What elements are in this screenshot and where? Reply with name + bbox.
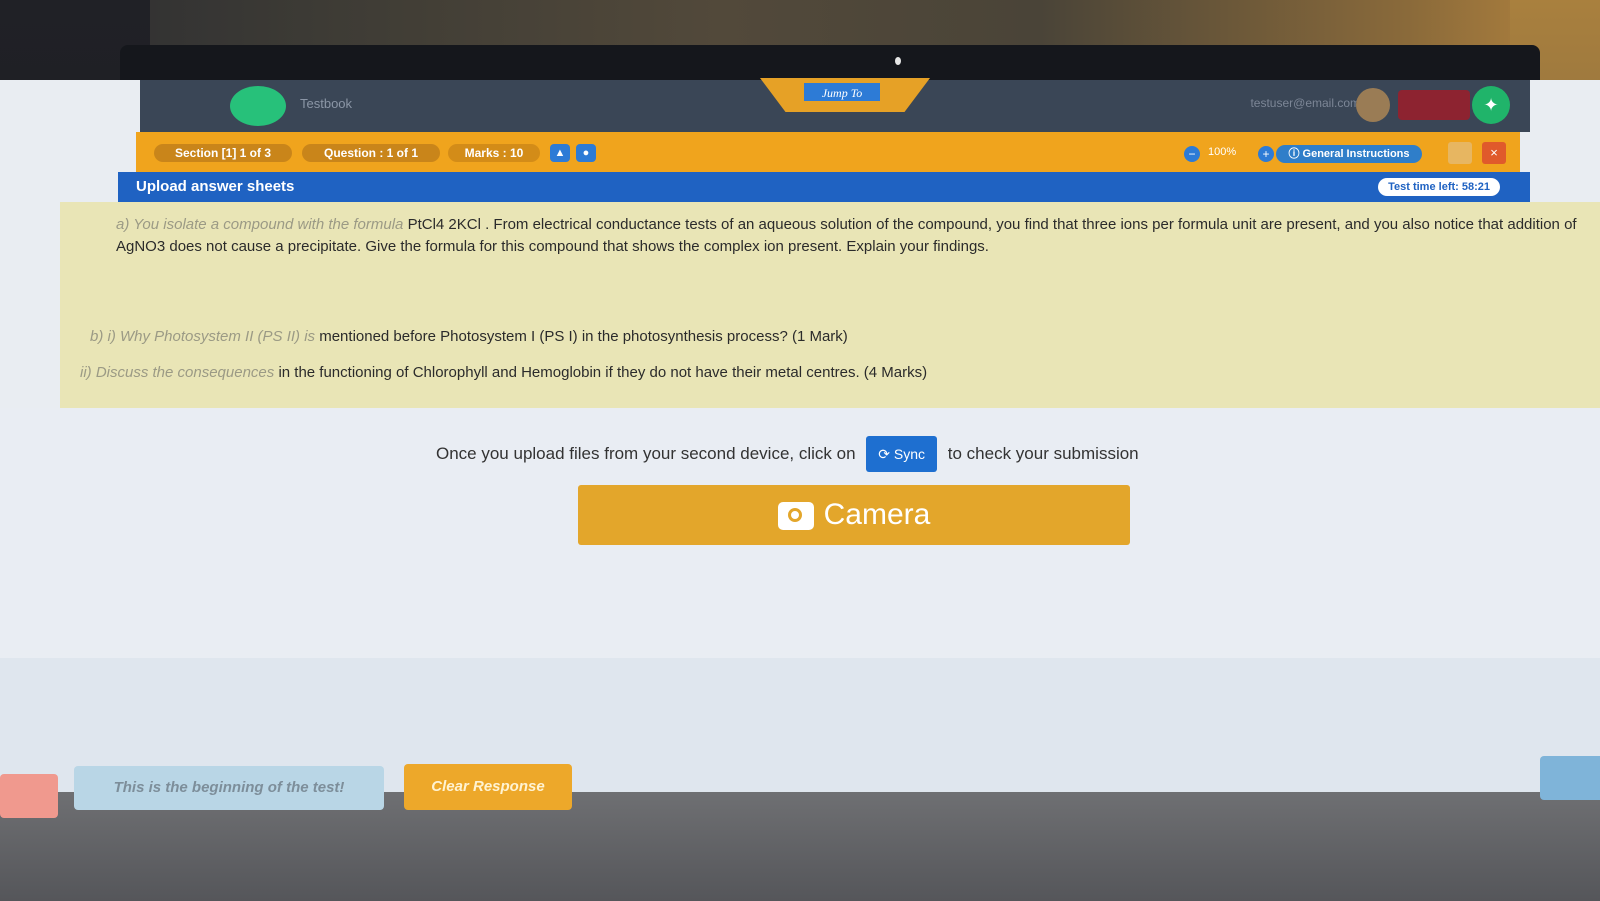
question-part-a: a) You isolate a compound with the formu… bbox=[116, 214, 1586, 258]
jump-to-button[interactable]: Jump To bbox=[804, 83, 880, 101]
footer-bar: This is the beginning of the test! Clear… bbox=[0, 658, 1600, 818]
user-email: testuser@email.com bbox=[1250, 96, 1360, 110]
zoom-out-icon[interactable]: − bbox=[1184, 146, 1200, 162]
marks-badge: Marks : 10 bbox=[448, 144, 540, 162]
camera-icon bbox=[777, 502, 814, 531]
zoom-level: 100% bbox=[1208, 146, 1237, 158]
page-title: Upload answer sheets bbox=[136, 178, 295, 195]
avatar[interactable] bbox=[1356, 88, 1390, 122]
zoom-in-icon[interactable]: + bbox=[1258, 146, 1274, 162]
question-part-b-i-text: mentioned before Photosystem I (PS I) in… bbox=[319, 328, 848, 345]
question-part-b-ii: ii) Discuss the consequences in the func… bbox=[80, 362, 1380, 384]
logout-button[interactable] bbox=[1398, 90, 1470, 120]
camera-label: Camera bbox=[823, 498, 931, 531]
general-instructions-button[interactable]: ⓘ General Instructions bbox=[1276, 145, 1422, 163]
question-panel: a) You isolate a compound with the formu… bbox=[60, 202, 1600, 408]
time-left-badge: Test time left: 58:21 bbox=[1378, 178, 1500, 196]
top-navbar: Testbook Jump To testuser@email.com ✦ bbox=[140, 78, 1530, 132]
calculator-icon[interactable] bbox=[1448, 142, 1472, 164]
next-button[interactable] bbox=[1540, 756, 1600, 800]
sync-text-after: to check your submission bbox=[947, 444, 1139, 463]
sync-label: Sync bbox=[893, 446, 926, 462]
title-bar: Upload answer sheets Test time left: 58:… bbox=[118, 172, 1530, 202]
camera-button[interactable]: Camera bbox=[578, 485, 1130, 545]
webcam-indicator bbox=[895, 57, 901, 65]
brand-name: Testbook bbox=[300, 96, 353, 111]
sync-text-before: Once you upload files from your second d… bbox=[436, 444, 856, 463]
user-icon[interactable]: ▲ bbox=[550, 144, 570, 162]
clear-response-button[interactable]: Clear Response bbox=[404, 764, 572, 810]
question-part-b-ii-text: in the functioning of Chlorophyll and He… bbox=[278, 364, 928, 381]
section-indicator[interactable]: Section [1] 1 of 3 bbox=[154, 144, 292, 162]
question-part-a-prefix: a) You isolate a compound with the formu… bbox=[116, 216, 408, 233]
chat-icon[interactable]: ● bbox=[576, 144, 596, 162]
logo-icon bbox=[230, 86, 286, 126]
sync-instruction: Once you upload files from your second d… bbox=[436, 436, 1139, 472]
upload-area: Once you upload files from your second d… bbox=[0, 408, 1600, 658]
close-icon[interactable]: × bbox=[1482, 142, 1506, 164]
beginning-notice: This is the beginning of the test! bbox=[74, 766, 384, 810]
general-instructions-label: General Instructions bbox=[1302, 148, 1410, 160]
previous-button[interactable] bbox=[0, 774, 58, 818]
question-indicator[interactable]: Question : 1 of 1 bbox=[302, 144, 440, 162]
help-icon[interactable]: ✦ bbox=[1472, 86, 1510, 124]
question-part-b-i: b) i) Why Photosystem II (PS II) is ment… bbox=[90, 326, 1290, 348]
question-part-b-ii-prefix: ii) Discuss the consequences bbox=[80, 364, 279, 381]
question-toolbar: Section [1] 1 of 3 Question : 1 of 1 Mar… bbox=[136, 132, 1520, 172]
question-part-b-i-prefix: b) i) Why Photosystem II (PS II) is bbox=[90, 328, 320, 345]
exam-screen: Testbook Jump To testuser@email.com ✦ Se… bbox=[0, 78, 1600, 818]
sync-button[interactable]: ⟳ Sync bbox=[866, 436, 938, 472]
